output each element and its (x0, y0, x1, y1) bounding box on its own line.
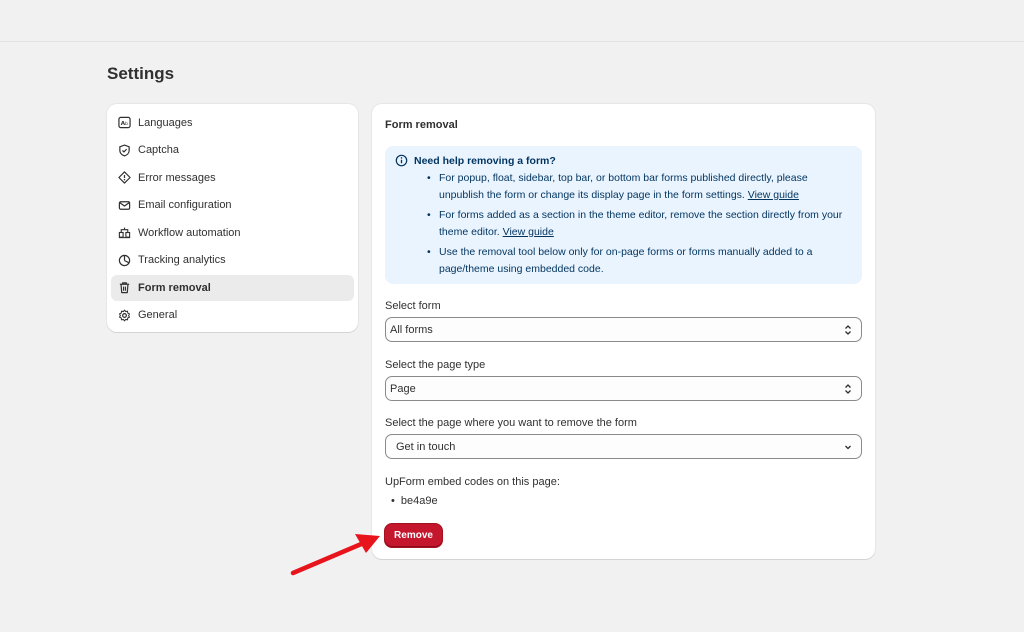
sidebar-item-label: Tracking analytics (138, 254, 226, 266)
sidebar-item-email-configuration[interactable]: Email configuration (111, 192, 354, 218)
shield-check-icon (117, 143, 131, 157)
view-guide-link[interactable]: View guide (503, 226, 554, 238)
select-form-dropdown[interactable]: All forms (385, 317, 862, 342)
sidebar-item-languages[interactable]: Ab Languages (111, 110, 354, 136)
select-arrows-icon (845, 384, 851, 394)
select-page-dropdown[interactable]: Get in touch (385, 434, 862, 459)
embed-code-item: be4a9e (391, 495, 438, 507)
sidebar-item-label: Workflow automation (138, 226, 241, 239)
trash-icon (117, 281, 131, 295)
select-form-value: All forms (390, 323, 433, 336)
alert-diamond-icon (117, 171, 131, 185)
gear-icon (117, 308, 131, 322)
annotation-arrow-icon (290, 534, 380, 576)
sidebar-item-workflow-automation[interactable]: Workflow automation (111, 220, 354, 246)
banner-list: For popup, float, sidebar, top bar, or b… (427, 170, 852, 277)
sidebar-item-captcha[interactable]: Captcha (111, 137, 354, 163)
banner-item: For forms added as a section in the them… (427, 207, 852, 240)
page-title: Settings (107, 64, 175, 83)
select-page-type-dropdown[interactable]: Page (385, 376, 862, 401)
language-icon: Ab (117, 116, 131, 130)
select-page-value: Get in touch (396, 440, 456, 453)
embed-codes-label: UpForm embed codes on this page: (385, 476, 560, 488)
select-form-label: Select form (385, 300, 441, 312)
sidebar-item-tracking-analytics[interactable]: Tracking analytics (111, 247, 354, 273)
svg-text:b: b (124, 121, 127, 127)
select-page-type-label: Select the page type (385, 359, 486, 371)
sidebar-item-general[interactable]: General (111, 302, 354, 328)
card-title: Form removal (385, 119, 458, 131)
help-banner: Need help removing a form? For popup, fl… (385, 146, 862, 284)
analytics-icon (117, 253, 131, 267)
banner-item: Use the removal tool below only for on-p… (427, 244, 852, 277)
select-page-type-value: Page (390, 382, 416, 395)
top-bar (0, 0, 1024, 42)
banner-heading: Need help removing a form? (414, 154, 556, 167)
form-removal-card: Form removal Need help removing a form? … (372, 104, 875, 559)
sidebar-item-error-messages[interactable]: Error messages (111, 165, 354, 191)
banner-item: For popup, float, sidebar, top bar, or b… (427, 170, 852, 203)
sidebar-item-label: Captcha (138, 144, 179, 156)
remove-button[interactable]: Remove (385, 524, 442, 547)
sidebar-item-label: General (138, 309, 178, 321)
workflow-icon (117, 226, 131, 240)
sidebar-item-form-removal[interactable]: Form removal (111, 274, 354, 301)
sidebar-item-label: Email configuration (138, 199, 232, 211)
select-page-label: Select the page where you want to remove… (385, 417, 637, 429)
sidebar-item-label: Languages (138, 116, 193, 129)
sidebar-item-label: Error messages (138, 171, 216, 184)
view-guide-link[interactable]: View guide (748, 189, 799, 201)
settings-sidebar: Ab Languages Captcha Error messages Emai… (107, 104, 358, 332)
select-arrows-icon (845, 325, 851, 335)
sidebar-item-label: Form removal (138, 281, 211, 294)
chevron-down-icon (845, 445, 851, 450)
info-icon (395, 154, 408, 167)
email-icon (117, 198, 131, 212)
